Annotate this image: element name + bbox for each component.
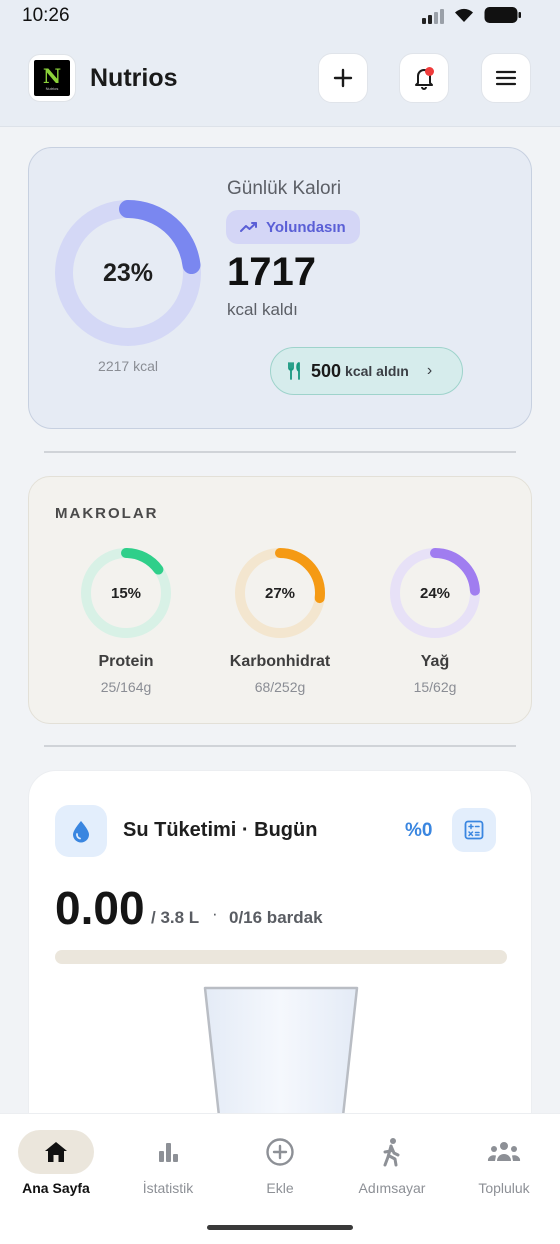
- chevron-right-icon: ›: [426, 362, 433, 379]
- macros-card: MAKROLAR 15% Protein 25/164g 27% Karbonh…: [28, 476, 532, 724]
- menu-button[interactable]: [481, 53, 531, 103]
- notification-dot: [425, 67, 434, 76]
- community-icon: [487, 1142, 521, 1161]
- add-button[interactable]: [318, 53, 368, 103]
- water-amount: 0.00: [55, 882, 145, 934]
- battery-icon: [484, 7, 521, 23]
- nav-community-label: Topluluk: [478, 1180, 530, 1196]
- status-time: 10:26: [22, 5, 70, 26]
- nav-step-counter-label: Adımsayar: [358, 1180, 426, 1196]
- calorie-title: Günlük Kalori: [227, 178, 342, 199]
- nav-step-counter[interactable]: Adımsayar: [336, 1130, 448, 1196]
- nav-community[interactable]: Topluluk: [448, 1130, 560, 1196]
- walking-icon: [383, 1138, 400, 1167]
- section-divider: [44, 451, 516, 453]
- nav-home[interactable]: Ana Sayfa: [0, 1130, 112, 1196]
- nav-add[interactable]: Ekle: [224, 1130, 336, 1196]
- bar-chart-icon: [159, 1143, 178, 1162]
- macro-fat[interactable]: 24% Yağ 15/62g: [360, 545, 510, 695]
- nav-home-label: Ana Sayfa: [22, 1180, 90, 1196]
- calorie-goal: 2217 kcal: [98, 358, 158, 374]
- app-header: N Nutrios Nutrios: [0, 32, 560, 127]
- water-calculator-button[interactable]: [452, 808, 496, 852]
- logo-image: N Nutrios: [34, 60, 70, 96]
- nav-add-label: Ekle: [266, 1180, 294, 1196]
- logo-letter: N: [42, 63, 62, 88]
- calories-remaining: 1717: [227, 250, 316, 294]
- water-goal: / 3.8 L: [151, 908, 200, 927]
- daily-calorie-card[interactable]: 23% 2217 kcal Günlük Kalori Yolundasın 1…: [28, 147, 532, 429]
- app-logo: N Nutrios: [28, 54, 76, 102]
- status-icons: [422, 6, 522, 24]
- app-title: Nutrios: [90, 64, 178, 92]
- fat-percent: 24%: [419, 584, 451, 602]
- signal-icon: [422, 6, 444, 24]
- home-indicator: [207, 1225, 353, 1230]
- calories-eaten-label: kcal aldın: [345, 363, 409, 379]
- calories-remaining-unit: kcal kaldı: [227, 300, 298, 319]
- nav-statistics-label: İstatistik: [142, 1180, 194, 1196]
- calculator-icon: [464, 820, 484, 840]
- fork-knife-icon: [288, 362, 300, 380]
- calories-eaten-button[interactable]: 500 kcal aldın ›: [270, 347, 463, 395]
- status-badge: Yolundasın: [226, 210, 360, 244]
- water-glass-illustration[interactable]: [203, 986, 359, 1116]
- protein-value: 25/164g: [100, 679, 152, 695]
- plus-icon: [333, 68, 353, 88]
- carbs-label: Karbonhidrat: [229, 653, 331, 670]
- hamburger-menu-icon: [495, 70, 517, 86]
- home-icon: [45, 1142, 67, 1162]
- protein-label: Protein: [98, 653, 154, 670]
- water-progress-bar: [55, 950, 507, 964]
- logo-caption: Nutrios: [45, 85, 59, 91]
- nav-statistics[interactable]: İstatistik: [112, 1130, 224, 1196]
- carbs-value: 68/252g: [254, 679, 306, 695]
- water-percent: %0: [405, 820, 433, 841]
- fat-label: Yağ: [420, 653, 450, 670]
- water-separator: ·: [212, 904, 218, 923]
- water-title: Su Tüketimi · Bugün: [123, 819, 318, 841]
- calories-eaten-value: 500: [311, 360, 342, 381]
- water-glasses-count: 0/16 bardak: [229, 908, 323, 927]
- macro-carbs[interactable]: 27% Karbonhidrat 68/252g: [205, 545, 355, 695]
- carbs-percent: 27%: [264, 584, 296, 602]
- water-icon-box: [55, 805, 107, 857]
- add-circle-icon: [266, 1138, 294, 1166]
- status-badge-label: Yolundasın: [266, 218, 346, 236]
- fat-value: 15/62g: [413, 679, 457, 695]
- macro-protein[interactable]: 15% Protein 25/164g: [51, 545, 201, 695]
- section-divider: [44, 745, 516, 747]
- macros-title: MAKROLAR: [55, 505, 159, 522]
- status-bar: 10:26: [0, 0, 560, 32]
- notifications-button[interactable]: [399, 53, 449, 103]
- wifi-icon: [455, 8, 473, 22]
- trending-up-icon: [240, 222, 257, 232]
- calorie-percent: 23%: [102, 258, 154, 287]
- protein-percent: 15%: [110, 584, 142, 602]
- water-drop-icon: [73, 821, 89, 843]
